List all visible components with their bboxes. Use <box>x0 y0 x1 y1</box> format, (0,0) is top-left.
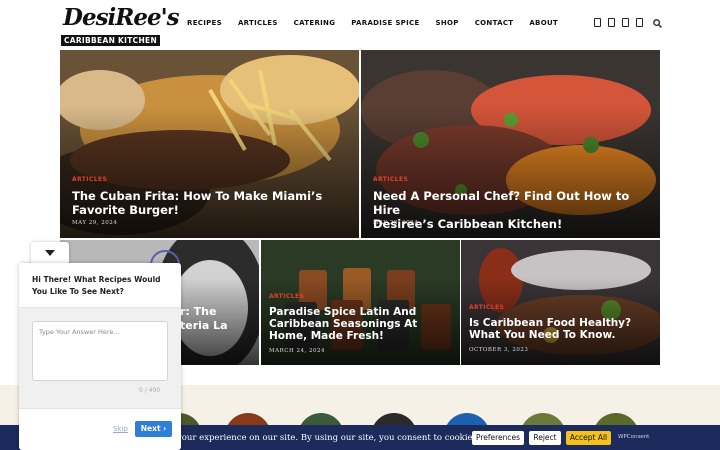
nav-item-about[interactable]: ABOUT <box>529 19 558 27</box>
post-date: MAY 28, 2024 <box>373 220 419 226</box>
post-title-line: Is Caribbean Food Healthy? <box>469 317 632 329</box>
next-button[interactable]: Next › <box>135 421 172 437</box>
post-card-personal-chef[interactable]: ARTICLES Need A Personal Chef? Find Out … <box>361 50 660 238</box>
social-links <box>594 18 650 27</box>
cookie-preferences-button[interactable]: Preferences <box>472 431 524 445</box>
post-category[interactable]: ARTICLES <box>373 176 408 183</box>
nav-item-catering[interactable]: CATERING <box>294 19 336 27</box>
cookie-reject-button[interactable]: Reject <box>529 431 561 445</box>
post-title[interactable]: r: The teria La <box>180 305 228 333</box>
answer-textarea[interactable] <box>32 321 168 381</box>
post-title[interactable]: Is Caribbean Food Healthy? What You Need… <box>469 317 631 341</box>
main-nav: RECIPES ARTICLES CATERING PARADISE SPICE… <box>187 19 574 27</box>
post-title-line: Paradise Spice Latin And <box>269 306 417 318</box>
post-date: MARCH 24, 2024 <box>269 348 325 354</box>
post-title-line: teria La <box>180 319 228 332</box>
pinterest-icon[interactable] <box>622 18 629 27</box>
post-title-line: Caribbean Seasonings At <box>269 318 418 330</box>
facebook-icon[interactable] <box>594 18 601 27</box>
search-icon[interactable] <box>653 19 662 28</box>
post-card-healthy-food[interactable]: ARTICLES Is Caribbean Food Healthy? What… <box>461 240 660 365</box>
instagram-icon[interactable] <box>608 18 615 27</box>
post-title[interactable]: The Cuban Frita: How To Make Miami’s Fav… <box>72 189 322 217</box>
character-counter: 0 / 400 <box>139 387 161 394</box>
post-title-line: Need A Personal Chef? Find Out How to Hi… <box>373 189 630 217</box>
site-header: DesiRee's CARIBBEAN KITCHEN RECIPES ARTI… <box>0 0 720 48</box>
logo-tagline: CARIBBEAN KITCHEN <box>61 35 160 46</box>
nav-item-articles[interactable]: ARTICLES <box>238 19 278 27</box>
post-title-line: Home, Made Fresh! <box>269 330 384 342</box>
post-title[interactable]: Paradise Spice Latin And Caribbean Seaso… <box>269 306 417 342</box>
site-logo[interactable]: DesiRee's CARIBBEAN KITCHEN <box>61 4 180 46</box>
post-title-line: What You Need To Know. <box>469 329 616 341</box>
skip-button[interactable]: Skip <box>113 425 128 433</box>
divider <box>19 408 181 409</box>
post-card-paradise-spice[interactable]: ARTICLES Paradise Spice Latin And Caribb… <box>261 240 460 365</box>
post-category[interactable]: ARTICLES <box>72 176 107 183</box>
page: DesiRee's CARIBBEAN KITCHEN RECIPES ARTI… <box>0 0 720 450</box>
nav-item-recipes[interactable]: RECIPES <box>187 19 222 27</box>
cookie-message: your experience on our site. By using ou… <box>177 433 480 443</box>
nav-item-shop[interactable]: SHOP <box>436 19 459 27</box>
post-title-line: r: The <box>180 305 217 318</box>
cookie-accept-button[interactable]: Accept All <box>566 431 611 445</box>
post-category[interactable]: ARTICLES <box>469 304 504 311</box>
post-date: MAY 29, 2024 <box>72 220 118 226</box>
nav-item-contact[interactable]: CONTACT <box>475 19 514 27</box>
nav-item-paradise-spice[interactable]: PARADISE SPICE <box>351 19 419 27</box>
wpconsent-brand[interactable]: WPConsent <box>618 434 649 440</box>
feedback-widget: Hi There! What Recipes Would You Like To… <box>19 263 181 450</box>
youtube-icon[interactable] <box>636 18 643 27</box>
post-category[interactable]: ARTICLES <box>269 293 304 300</box>
widget-question: Hi There! What Recipes Would You Like To… <box>32 275 161 296</box>
chevron-down-icon <box>45 250 55 256</box>
post-date: OCTOBER 3, 2023 <box>469 347 529 353</box>
image-shade <box>60 106 359 238</box>
post-card-cuban-frita[interactable]: ARTICLES The Cuban Frita: How To Make Mi… <box>60 50 359 238</box>
logo-script-text: DesiRee's <box>63 4 180 31</box>
post-title-line: The Cuban Frita: How To Make Miami’s <box>72 189 323 203</box>
post-title-line: Favorite Burger! <box>72 203 179 217</box>
